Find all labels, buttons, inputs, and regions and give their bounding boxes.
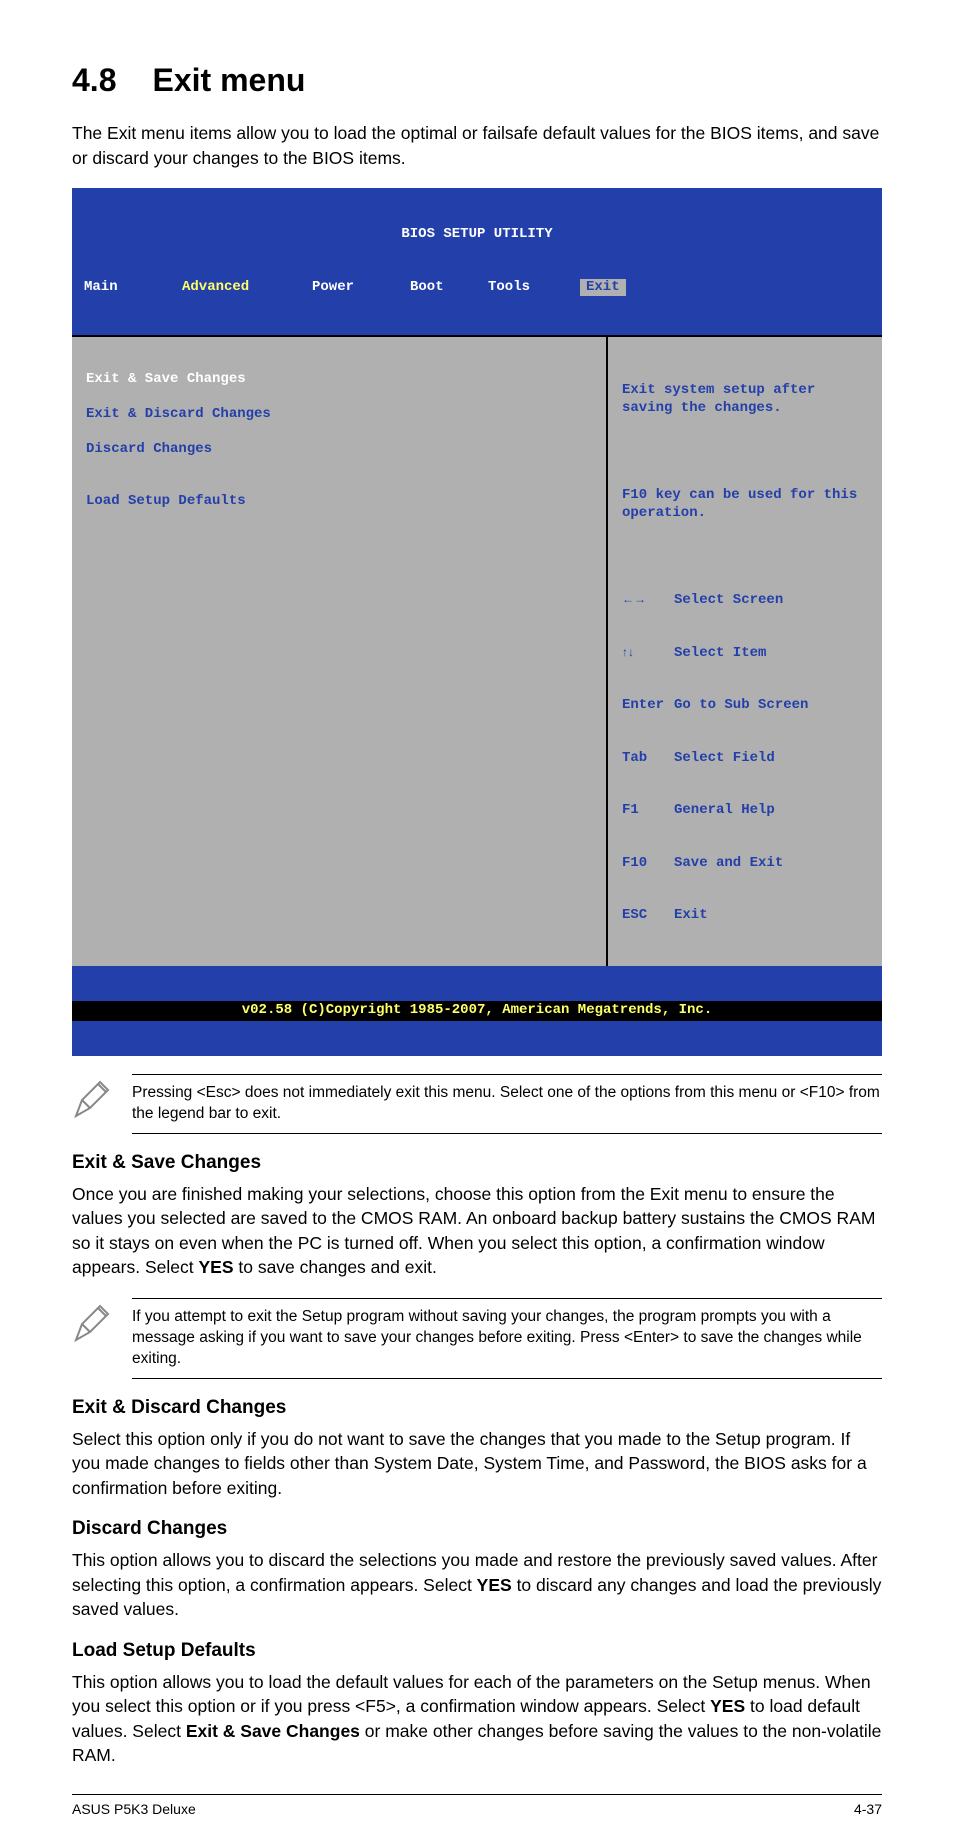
text-yes: YES [710, 1696, 745, 1716]
para-exit-save: Once you are finished making your select… [72, 1182, 882, 1280]
note-unsaved: If you attempt to exit the Setup program… [72, 1298, 882, 1379]
bios-title: BIOS SETUP UTILITY [72, 223, 882, 244]
heading-exit-discard: Exit & Discard Changes [72, 1397, 882, 1419]
bios-nav-label: Select Screen [674, 592, 783, 608]
heading-load-defaults: Load Setup Defaults [72, 1640, 882, 1662]
heading-discard: Discard Changes [72, 1518, 882, 1540]
text-exit-save-changes: Exit & Save Changes [186, 1721, 360, 1741]
bios-nav-row: ↑↓Select Item [622, 645, 872, 663]
bios-help-line: F10 key can be used for this operation. [622, 487, 872, 522]
bios-tab-main: Main [84, 279, 182, 297]
page-title: 4.8 Exit menu [72, 62, 882, 99]
arrows-ud-icon: ↑↓ [622, 645, 674, 660]
footer-left: ASUS P5K3 Deluxe [72, 1801, 196, 1817]
bios-tab-power: Power [312, 279, 410, 297]
bios-tab-advanced: Advanced [182, 279, 312, 297]
bios-item-exit-discard: Exit & Discard Changes [86, 406, 592, 424]
text-yes: YES [198, 1257, 233, 1277]
bios-item-exit-save: Exit & Save Changes [86, 371, 592, 389]
bios-menubar: Main Advanced Power Boot Tools Exit [72, 279, 882, 301]
pencil-icon [72, 1074, 132, 1120]
bios-footer: v02.58 (C)Copyright 1985-2007, American … [72, 1001, 882, 1022]
bios-tab-boot: Boot [410, 279, 488, 297]
note-esc: Pressing <Esc> does not immediately exit… [72, 1074, 882, 1134]
pencil-icon [72, 1298, 132, 1344]
text-segment: to save changes and exit. [234, 1257, 437, 1277]
bios-nav-row: F10Save and Exit [622, 855, 872, 873]
bios-tab-exit: Exit [580, 279, 626, 297]
text-yes: YES [477, 1575, 512, 1595]
bios-nav-row: TabSelect Field [622, 750, 872, 768]
bios-nav-row: ESCExit [622, 907, 872, 925]
bios-left-pane: Exit & Save Changes Exit & Discard Chang… [72, 337, 608, 966]
bios-item-discard: Discard Changes [86, 441, 592, 459]
bios-nav-key: Enter [622, 697, 674, 715]
bios-right-pane: Exit system setup after saving the chang… [608, 337, 882, 966]
section-number: 4.8 [72, 62, 116, 99]
heading-exit-save: Exit & Save Changes [72, 1152, 882, 1174]
bios-help-text: Exit system setup after saving the chang… [622, 347, 872, 557]
bios-item-load-defaults: Load Setup Defaults [86, 493, 592, 511]
bios-nav-key: F10 [622, 855, 674, 873]
bios-nav-key: Tab [622, 750, 674, 768]
section-title-text: Exit menu [152, 62, 305, 98]
bios-tab-tools: Tools [488, 279, 580, 297]
bios-nav-label: Exit [674, 907, 708, 923]
bios-nav-keys: ←→Select Screen ↑↓Select Item EnterGo to… [622, 557, 872, 960]
footer-right: 4-37 [854, 1801, 882, 1817]
intro-paragraph: The Exit menu items allow you to load th… [72, 121, 882, 170]
bios-nav-row: F1General Help [622, 802, 872, 820]
para-discard: This option allows you to discard the se… [72, 1548, 882, 1622]
bios-nav-row: EnterGo to Sub Screen [622, 697, 872, 715]
bios-nav-key: F1 [622, 802, 674, 820]
bios-screenshot: BIOS SETUP UTILITY Main Advanced Power B… [72, 188, 882, 1056]
arrows-lr-icon: ←→ [622, 592, 674, 607]
bios-help-line: Exit system setup after saving the chang… [622, 382, 872, 417]
bios-nav-row: ←→Select Screen [622, 592, 872, 610]
note-text: Pressing <Esc> does not immediately exit… [132, 1074, 882, 1134]
bios-nav-key: ESC [622, 907, 674, 925]
bios-nav-label: Go to Sub Screen [674, 697, 808, 713]
page-footer: ASUS P5K3 Deluxe 4-37 [72, 1794, 882, 1817]
para-load-defaults: This option allows you to load the defau… [72, 1670, 882, 1768]
bios-nav-label: Select Field [674, 750, 775, 766]
bios-nav-label: Select Item [674, 645, 766, 661]
bios-nav-label: Save and Exit [674, 855, 783, 871]
note-text: If you attempt to exit the Setup program… [132, 1298, 882, 1379]
bios-nav-label: General Help [674, 802, 775, 818]
text-segment: Once you are finished making your select… [72, 1184, 875, 1278]
